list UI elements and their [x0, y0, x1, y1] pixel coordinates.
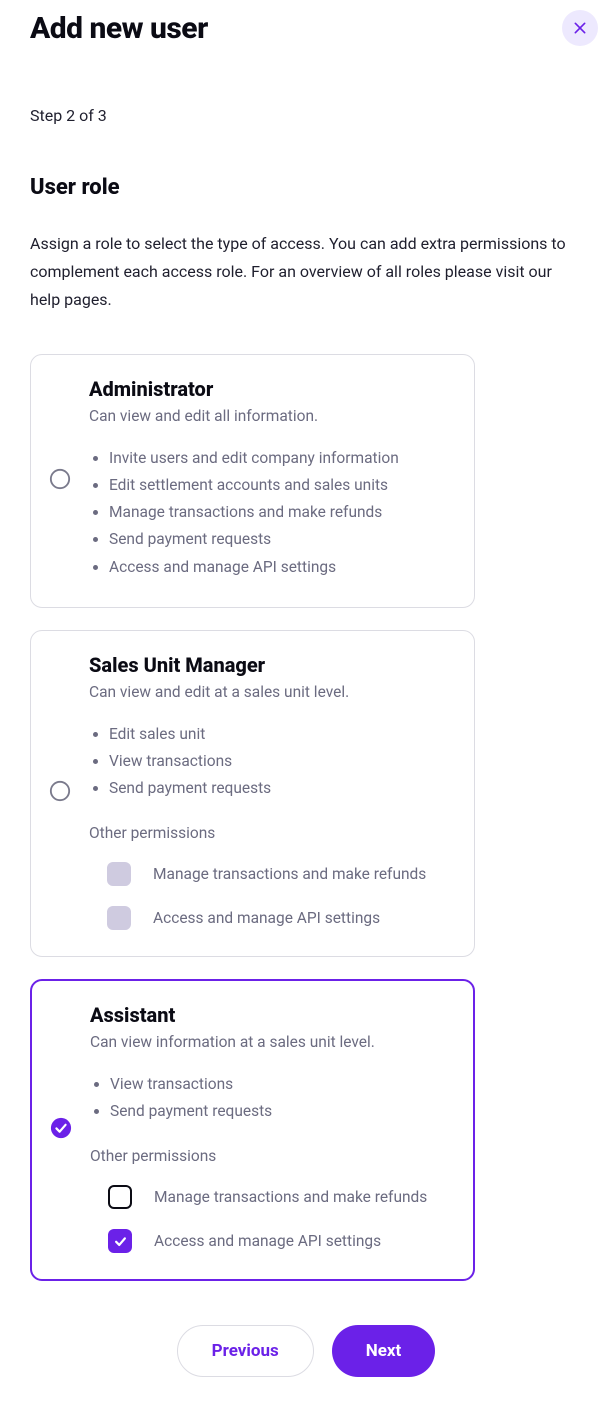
role-permission: Send payment requests — [109, 775, 456, 802]
other-permissions-label: Other permissions — [89, 824, 456, 842]
role-permission: Send payment requests — [110, 1098, 455, 1125]
role-title: Administrator — [89, 377, 456, 401]
page-title: Add new user — [30, 11, 208, 46]
radio-icon — [49, 780, 71, 802]
section-description: Assign a role to select the type of acce… — [30, 230, 570, 314]
permission-label: Access and manage API settings — [153, 909, 380, 927]
checkbox-api-settings[interactable] — [107, 906, 131, 930]
checkbox-api-settings[interactable] — [108, 1229, 132, 1253]
next-button[interactable]: Next — [332, 1325, 436, 1377]
previous-button[interactable]: Previous — [177, 1325, 314, 1377]
permission-label: Access and manage API settings — [154, 1232, 381, 1250]
role-permission: Manage transactions and make refunds — [109, 499, 456, 526]
role-card-administrator[interactable]: Administrator Can view and edit all info… — [30, 354, 475, 608]
role-permission: View transactions — [109, 748, 456, 775]
checkbox-manage-transactions[interactable] — [108, 1185, 132, 1209]
radio-checked-icon — [50, 1117, 72, 1139]
other-permissions-label: Other permissions — [90, 1147, 455, 1165]
role-permission: Invite users and edit company informatio… — [109, 445, 456, 472]
role-subtitle: Can view and edit all information. — [89, 407, 456, 425]
check-icon — [113, 1234, 128, 1249]
role-permission: Edit sales unit — [109, 721, 456, 748]
role-subtitle: Can view and edit at a sales unit level. — [89, 683, 456, 701]
role-title: Assistant — [90, 1003, 455, 1027]
role-permission: Edit settlement accounts and sales units — [109, 472, 456, 499]
role-card-sales-unit-manager[interactable]: Sales Unit Manager Can view and edit at … — [30, 630, 475, 957]
role-title: Sales Unit Manager — [89, 653, 456, 677]
step-indicator: Step 2 of 3 — [30, 106, 582, 125]
role-permission: View transactions — [110, 1071, 455, 1098]
role-permission: Send payment requests — [109, 526, 456, 553]
permission-label: Manage transactions and make refunds — [154, 1188, 427, 1206]
role-subtitle: Can view information at a sales unit lev… — [90, 1033, 455, 1051]
close-button[interactable] — [562, 10, 598, 46]
role-card-assistant[interactable]: Assistant Can view information at a sale… — [30, 979, 475, 1281]
role-permission: Access and manage API settings — [109, 554, 456, 581]
radio-icon — [49, 468, 71, 490]
close-icon — [572, 20, 588, 36]
checkbox-manage-transactions[interactable] — [107, 862, 131, 886]
permission-label: Manage transactions and make refunds — [153, 865, 426, 883]
section-title: User role — [30, 175, 582, 200]
